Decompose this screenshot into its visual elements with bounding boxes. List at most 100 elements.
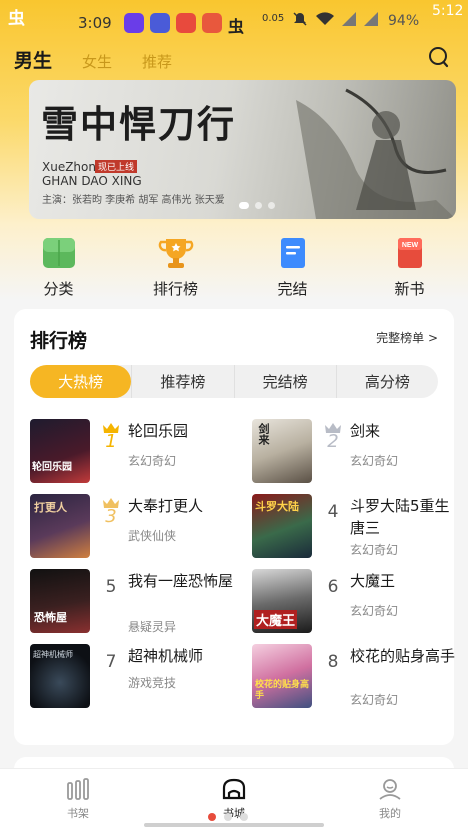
category-label: 完结 [277, 280, 308, 298]
search-icon[interactable] [427, 46, 451, 70]
book-cover-title: 剑来 [257, 423, 270, 445]
status-time: 3:09 [78, 14, 112, 32]
book-title: 轮回乐园 [128, 422, 189, 440]
tab-female[interactable]: 女生 [82, 51, 112, 72]
tab-recommend-rank[interactable]: 推荐榜 [131, 365, 233, 398]
notification-icons: 虫 [124, 13, 244, 37]
bookshelf-icon [67, 778, 89, 800]
channel-tabs: 男生 女生 推荐 [14, 46, 172, 73]
book-genre: 玄幻奇幻 [350, 454, 399, 468]
promo-banner[interactable]: 雪中悍刀行 XueZhon 现已上线 GHAN DAO XING 主演：张若昀 … [29, 80, 456, 219]
system-icons: 0.05 [262, 11, 379, 27]
book-item[interactable]: 打更人 3 大奉打更人 武侠仙侠 [30, 494, 235, 560]
book-title: 校花的贴身高手 [350, 647, 456, 665]
notification-app-icon [150, 13, 170, 33]
wifi-icon [316, 12, 335, 25]
page-dot [224, 813, 232, 821]
book-item[interactable]: 校花的贴身高手 8 校花的贴身高手 玄幻奇幻 [252, 644, 457, 710]
trophy-icon [158, 239, 193, 268]
book-cover: 大魔王 [252, 569, 312, 633]
pagination-dot [268, 202, 275, 209]
book-item[interactable]: 斗罗大陆 4 斗罗大陆5重生唐三 玄幻奇幻 [252, 494, 457, 560]
svg-text:NEW: NEW [401, 242, 418, 249]
book-title: 我有一座恐怖屋 [128, 572, 234, 590]
book-genre: 玄幻奇幻 [350, 693, 399, 707]
book-genre: 武侠仙侠 [128, 529, 177, 543]
book-title: 剑来 [350, 422, 381, 440]
book-cover-title: 轮回乐园 [32, 462, 72, 473]
battery-level: 94% [388, 13, 420, 29]
app-badge: 虫 [8, 9, 25, 29]
signal-icon [364, 12, 379, 26]
book-cover-title: 打更人 [34, 501, 67, 514]
notification-app-icon [124, 13, 144, 33]
category-label: 分类 [43, 280, 74, 298]
rank-number: 3 [105, 506, 117, 527]
full-ranking-link[interactable]: 完整榜单 > [376, 329, 438, 346]
book-item[interactable]: 轮回乐园 1 轮回乐园 玄幻奇幻 [30, 419, 235, 485]
banner-pagination [239, 202, 275, 209]
category-icon [42, 238, 75, 268]
book-genre: 玄幻奇幻 [350, 604, 399, 618]
banner-title: 雪中悍刀行 [41, 102, 236, 146]
rank-number: 6 [327, 577, 339, 597]
book-cover-title: 大魔王 [254, 610, 298, 629]
category-label: 排行榜 [152, 280, 198, 298]
book-genre: 玄幻奇幻 [350, 543, 399, 557]
book-cover: 超神机械师 [30, 644, 90, 708]
category-ranking[interactable]: 排行榜 [117, 236, 234, 299]
book-genre: 悬疑灵异 [128, 620, 177, 634]
tab-recommend[interactable]: 推荐 [142, 51, 172, 72]
category-complete[interactable]: 完结 [234, 236, 351, 299]
book-item[interactable]: 恐怖屋 5 我有一座恐怖屋 悬疑灵异 [30, 569, 235, 635]
gesture-bar[interactable] [144, 823, 324, 827]
net-speed: 0.05 [262, 13, 285, 24]
book-cover-title: 斗罗大陆 [255, 500, 299, 513]
store-home-icon [222, 778, 246, 800]
notification-app-icon [202, 13, 222, 33]
rank-number: 4 [327, 502, 339, 522]
book-complete-icon [280, 238, 305, 268]
tab-hot[interactable]: 大热榜 [30, 365, 132, 398]
nav-profile[interactable]: 我的 [312, 769, 468, 833]
book-title: 大魔王 [350, 572, 396, 590]
book-genre: 游戏竞技 [128, 676, 177, 690]
ranking-card: 排行榜 完整榜单 > 大热榜 推荐榜 完结榜 高分榜 轮回乐园 1 轮回乐园 玄… [14, 309, 457, 745]
tab-male[interactable]: 男生 [14, 46, 52, 73]
mute-icon [293, 12, 307, 26]
ranking-tabs: 大热榜 推荐榜 完结榜 高分榜 [30, 365, 438, 398]
book-item[interactable]: 剑来 2 剑来 玄幻奇幻 [252, 419, 457, 485]
nav-label: 我的 [379, 807, 401, 820]
book-item[interactable]: 超神机械师 7 超神机械师 游戏竞技 [30, 644, 235, 710]
book-cover-title: 恐怖屋 [34, 611, 67, 624]
nav-bookshelf[interactable]: 书架 [0, 769, 156, 833]
book-genre: 玄幻奇幻 [128, 454, 177, 468]
book-title: 斗罗大陆5重生唐三 [350, 497, 450, 537]
banner-artwork [296, 88, 456, 219]
pagination-dot [255, 202, 262, 209]
rank-number: 1 [105, 431, 117, 452]
tab-finished-rank[interactable]: 完结榜 [233, 365, 336, 398]
rank-number: 8 [327, 652, 339, 672]
category-label: 新书 [394, 280, 425, 298]
banner-title-en: GHAN DAO XING [42, 174, 142, 188]
new-book-icon: NEW [397, 238, 422, 268]
category-shortcuts: 分类 排行榜 完结 NEW 新书 [0, 236, 468, 299]
book-cover: 校花的贴身高手 [252, 644, 312, 708]
book-title: 超神机械师 [128, 647, 204, 665]
category-new[interactable]: NEW 新书 [351, 236, 468, 299]
page-dot [208, 813, 216, 821]
status-bar: 虫 3:09 虫 0.05 94% 5:12 [0, 0, 468, 44]
pagination-dot [239, 202, 249, 209]
book-cover: 打更人 [30, 494, 90, 558]
book-cover: 恐怖屋 [30, 569, 90, 633]
book-item[interactable]: 大魔王 6 大魔王 玄幻奇幻 [252, 569, 457, 635]
profile-icon [379, 779, 401, 800]
signal-icon [342, 12, 357, 26]
book-cover: 剑来 [252, 419, 312, 483]
tab-score-rank[interactable]: 高分榜 [335, 365, 438, 398]
banner-title-en: XueZhon [42, 160, 96, 174]
page-dot [240, 813, 248, 821]
rank-number: 7 [105, 652, 117, 672]
category-classify[interactable]: 分类 [0, 236, 117, 299]
